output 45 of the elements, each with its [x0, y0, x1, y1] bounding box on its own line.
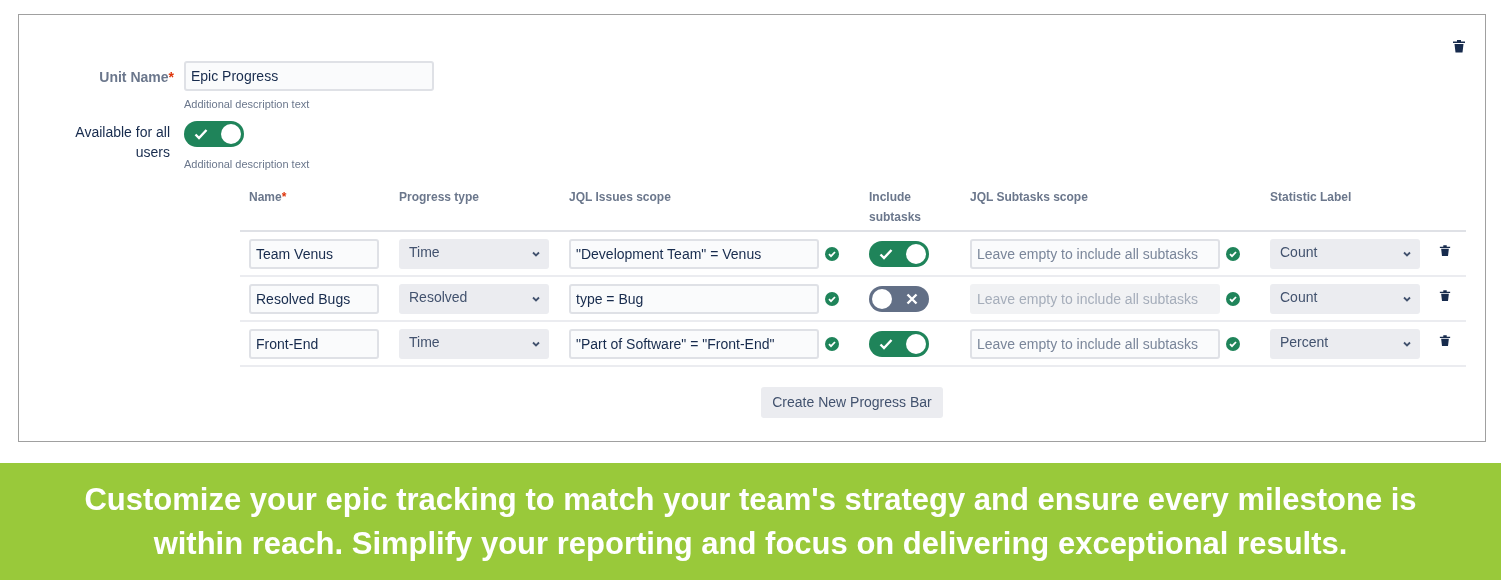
description-text: Additional description text — [184, 97, 311, 112]
input-field[interactable]: Resolved Bugs — [249, 283, 379, 314]
chevron-down-icon — [1402, 339, 1412, 348]
input-field[interactable]: Front-End — [249, 328, 379, 359]
create-progress-bar-button[interactable]: Create New Progress Bar — [761, 387, 943, 418]
description-text: Additional description text — [184, 156, 310, 172]
chevron-down-icon — [531, 339, 541, 348]
x-icon — [906, 292, 918, 305]
input-field[interactable]: "Part of Software" = "Front-End" — [569, 328, 819, 359]
toggle-switch[interactable] — [184, 120, 244, 147]
chevron-down-icon — [531, 249, 541, 258]
input-field[interactable]: type = Bug — [569, 283, 819, 314]
input-field[interactable]: Leave empty to include all subtasks — [970, 328, 1220, 359]
check-icon — [194, 127, 208, 140]
toggle-switch[interactable] — [869, 285, 929, 312]
check-icon — [879, 337, 893, 350]
column-header: Statistic Label — [1270, 189, 1353, 206]
input-field[interactable]: Leave empty to include all subtasks — [970, 238, 1220, 269]
chevron-down-icon — [531, 294, 541, 303]
column-header: Name* — [249, 189, 288, 206]
column-header: JQL Subtasks scope — [970, 189, 1089, 206]
field-label: Available for all users — [74, 122, 171, 162]
dropdown[interactable]: Count — [1270, 238, 1420, 269]
check-icon — [879, 247, 893, 260]
banner-text: Customize your epic tracking to match your team's strategy and ensure every milestone is within reach. Simplify your reporting and focus on delivering exceptional results. — [84, 480, 1417, 563]
toggle-switch[interactable] — [869, 240, 929, 267]
trash-icon[interactable] — [1439, 289, 1451, 302]
input-field[interactable]: Epic Progress — [184, 61, 434, 91]
chevron-down-icon — [1402, 294, 1412, 303]
dropdown[interactable]: Time — [399, 328, 549, 359]
column-header: Progress type — [399, 189, 481, 206]
trash-icon[interactable] — [1452, 39, 1466, 53]
field-label: Unit Name* — [98, 68, 175, 87]
dropdown[interactable]: Resolved — [399, 283, 549, 314]
input-field[interactable]: "Development Team" = Venus — [569, 238, 819, 269]
column-header: JQL Issues scope — [569, 189, 672, 206]
dropdown[interactable]: Time — [399, 238, 549, 269]
dropdown[interactable]: Count — [1270, 283, 1420, 314]
trash-icon[interactable] — [1439, 334, 1451, 347]
chevron-down-icon — [1402, 249, 1412, 258]
toggle-switch[interactable] — [869, 330, 929, 357]
dropdown[interactable]: Percent — [1270, 328, 1420, 359]
column-header: Include subtasks — [869, 189, 923, 226]
input-field[interactable]: Team Venus — [249, 238, 379, 269]
trash-icon[interactable] — [1439, 244, 1451, 257]
